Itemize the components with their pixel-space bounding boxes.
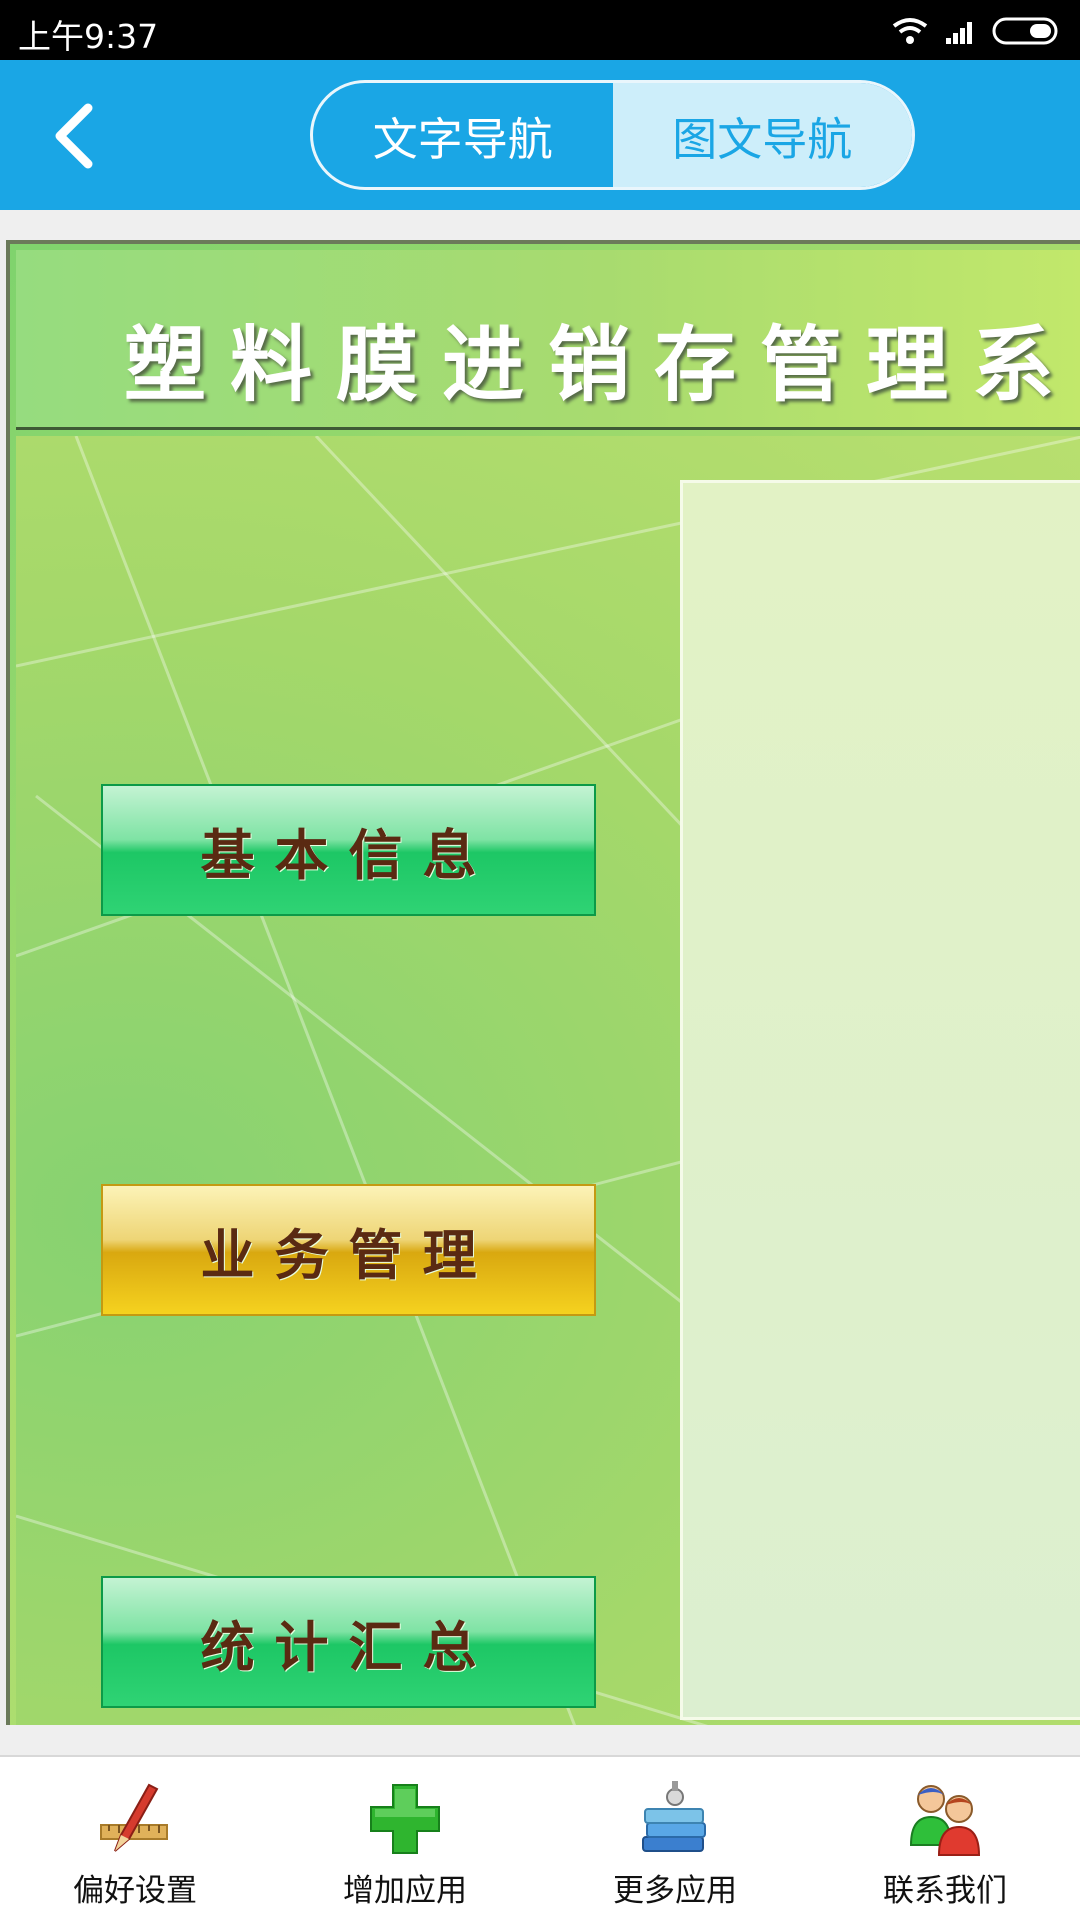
content-area: 塑料膜进销存管理系 基本信息 业务管理 统计汇总 [0,210,1080,1725]
status-time: 上午9:37 [18,17,159,56]
chevron-left-icon[interactable] [40,100,110,172]
title-strip: 塑料膜进销存管理系 [16,250,1080,430]
right-panel [680,480,1080,1720]
status-bar: 上午9:37 [0,0,1080,60]
status-icons [890,14,1062,48]
wifi-icon [892,18,928,44]
menu-button-business-management[interactable]: 业务管理 [101,1184,596,1316]
bottom-label-preferences: 偏好设置 [73,1873,197,1909]
bottom-item-add-app[interactable]: 增加应用 [270,1757,540,1920]
books-icon [642,1781,706,1852]
menu-button-basic-info[interactable]: 基本信息 [101,784,596,916]
bottom-label-add-app: 增加应用 [343,1873,467,1909]
signal-icon [946,22,972,44]
nav-bar: 文字导航 图文导航 [0,60,1080,210]
system-title: 塑料膜进销存管理系 [124,317,1079,413]
bottom-label-more-apps: 更多应用 [613,1873,737,1909]
menu-area: 基本信息 业务管理 统计汇总 [16,436,1080,1725]
bottom-item-more-apps[interactable]: 更多应用 [540,1757,810,1920]
battery-icon [992,17,1058,45]
bottom-item-contact-us[interactable]: 联系我们 [810,1757,1080,1920]
bottom-label-contact-us: 联系我们 [883,1873,1007,1909]
embedded-app-frame: 塑料膜进销存管理系 基本信息 业务管理 统计汇总 [6,240,1080,1725]
ruler-pencil-icon [100,1783,168,1852]
bottom-item-preferences[interactable]: 偏好设置 [0,1757,270,1920]
bottom-bar: 偏好设置 增加应用 更多应用 联系我们 [0,1755,1080,1920]
tab-image-navigation[interactable]: 图文导航 [612,83,912,187]
users-icon [909,1785,981,1856]
tab-text-navigation[interactable]: 文字导航 [313,83,613,187]
plus-icon [370,1784,440,1854]
menu-button-statistics[interactable]: 统计汇总 [101,1576,596,1708]
nav-segmented-control: 文字导航 图文导航 [310,80,915,190]
